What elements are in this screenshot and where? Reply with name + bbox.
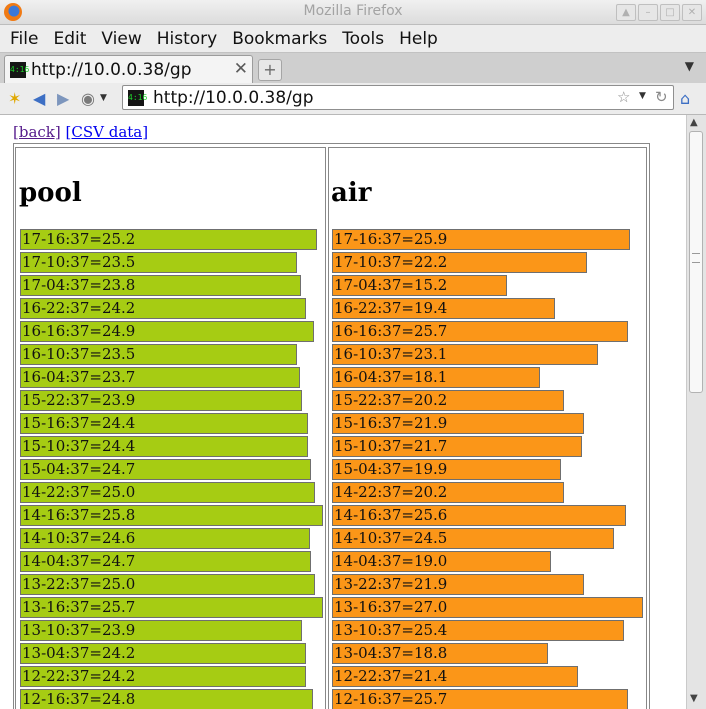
reading-bar: 14-04:37=19.0 bbox=[332, 551, 551, 572]
reading-bar: 12-16:37=25.7 bbox=[332, 689, 628, 709]
minimize-icon[interactable]: – bbox=[638, 4, 658, 21]
pool-heading: pool bbox=[19, 178, 82, 208]
new-tab-button[interactable]: + bbox=[258, 59, 282, 81]
window-titlebar: Mozilla Firefox ▲ – □ ✕ bbox=[0, 0, 706, 25]
reading-bar: 15-22:37=23.9 bbox=[20, 390, 302, 411]
reading-bar: 14-22:37=25.0 bbox=[20, 482, 315, 503]
reading-bar: 16-22:37=24.2 bbox=[20, 298, 306, 319]
reading-bar: 15-10:37=24.4 bbox=[20, 436, 308, 457]
reading-bar: 16-10:37=23.5 bbox=[20, 344, 297, 365]
reading-bar: 13-16:37=27.0 bbox=[332, 597, 643, 618]
bookmark-star-toolbar-icon[interactable]: ✶ bbox=[8, 89, 21, 108]
reading-bar: 13-10:37=25.4 bbox=[332, 620, 624, 641]
menu-bar: File Edit View History Bookmarks Tools H… bbox=[0, 25, 706, 52]
vertical-scrollbar[interactable]: ▲ ▼ bbox=[686, 115, 706, 709]
reading-bar: 17-04:37=23.8 bbox=[20, 275, 301, 296]
reading-bar: 15-04:37=19.9 bbox=[332, 459, 561, 480]
reading-bar: 14-04:37=24.7 bbox=[20, 551, 311, 572]
history-globe-icon[interactable]: ◉ bbox=[81, 89, 95, 108]
back-link[interactable]: [back] bbox=[13, 123, 61, 141]
home-icon[interactable]: ⌂ bbox=[680, 89, 690, 108]
tab-title: http://10.0.0.38/gp bbox=[31, 60, 192, 80]
menu-view[interactable]: View bbox=[101, 29, 141, 49]
reading-bar: 16-04:37=18.1 bbox=[332, 367, 540, 388]
reading-bar: 16-22:37=19.4 bbox=[332, 298, 555, 319]
page-links: [back] [CSV data] bbox=[13, 123, 148, 141]
reading-bar: 15-22:37=20.2 bbox=[332, 390, 564, 411]
menu-history[interactable]: History bbox=[157, 29, 217, 49]
terminal-favicon-icon: 4:16 bbox=[10, 62, 29, 78]
reading-bar: 13-22:37=21.9 bbox=[332, 574, 584, 595]
page-content: [back] [CSV data] pool 17-16:37=25.2 17-1… bbox=[0, 115, 686, 709]
tab-active[interactable]: 4:16 http://10.0.0.38/gp ✕ bbox=[4, 55, 253, 83]
air-column: air 17-16:37=25.9 17-10:37=22.2 17-04:37=1… bbox=[328, 147, 647, 709]
forward-arrow-icon[interactable]: ▶ bbox=[57, 89, 69, 108]
reading-bar: 13-04:37=18.8 bbox=[332, 643, 548, 664]
reading-bar: 14-16:37=25.6 bbox=[332, 505, 626, 526]
reading-bar: 12-22:37=24.2 bbox=[20, 666, 306, 687]
reading-bar: 13-04:37=24.2 bbox=[20, 643, 306, 664]
url-text[interactable]: http://10.0.0.38/gp bbox=[153, 88, 314, 108]
reading-bar: 14-10:37=24.5 bbox=[332, 528, 614, 549]
reading-bar: 13-10:37=23.9 bbox=[20, 620, 302, 641]
reading-bar: 13-16:37=25.7 bbox=[20, 597, 323, 618]
scrollbar-thumb[interactable] bbox=[689, 131, 703, 393]
reading-bar: 14-16:37=25.8 bbox=[20, 505, 323, 526]
site-favicon-icon: 4:16 bbox=[128, 90, 147, 106]
maximize-icon[interactable]: □ bbox=[660, 4, 680, 21]
menu-help[interactable]: Help bbox=[399, 29, 438, 49]
url-dropdown-icon[interactable]: ▼ bbox=[639, 91, 646, 101]
reading-bar: 17-04:37=15.2 bbox=[332, 275, 507, 296]
tab-list-chevron-icon[interactable]: ▼ bbox=[685, 59, 694, 73]
menu-tools[interactable]: Tools bbox=[342, 29, 384, 49]
reading-bar: 14-10:37=24.6 bbox=[20, 528, 310, 549]
csv-data-link[interactable]: [CSV data] bbox=[66, 123, 149, 141]
air-bar-list: 17-16:37=25.9 17-10:37=22.2 17-04:37=15.2 1… bbox=[332, 229, 643, 709]
reading-bar: 12-22:37=21.4 bbox=[332, 666, 578, 687]
reading-bar: 17-10:37=22.2 bbox=[332, 252, 587, 273]
pool-bar-list: 17-16:37=25.2 17-10:37=23.5 17-04:37=23.8 1… bbox=[20, 229, 323, 709]
reading-bar: 17-16:37=25.9 bbox=[332, 229, 630, 250]
restore-icon[interactable]: ▲ bbox=[616, 4, 636, 21]
reading-bar: 13-22:37=25.0 bbox=[20, 574, 315, 595]
reading-bar: 12-16:37=24.8 bbox=[20, 689, 313, 709]
reading-bar: 16-16:37=25.7 bbox=[332, 321, 628, 342]
reading-bar: 16-16:37=24.9 bbox=[20, 321, 314, 342]
scrollbar-grip-icon bbox=[692, 253, 700, 263]
reading-bar: 16-10:37=23.1 bbox=[332, 344, 598, 365]
menu-file[interactable]: File bbox=[10, 29, 38, 49]
navigation-bar: ✶ ◀ ▶ ◉ ▼ 4:16 http://10.0.0.38/gp ☆ ▼ ↻… bbox=[0, 83, 706, 115]
reading-bar: 16-04:37=23.7 bbox=[20, 367, 300, 388]
window-controls: ▲ – □ ✕ bbox=[616, 4, 702, 21]
back-arrow-icon[interactable]: ◀ bbox=[33, 89, 45, 108]
menu-edit[interactable]: Edit bbox=[53, 29, 86, 49]
reading-bar: 15-04:37=24.7 bbox=[20, 459, 311, 480]
close-window-icon[interactable]: ✕ bbox=[682, 4, 702, 21]
reading-bar: 17-10:37=23.5 bbox=[20, 252, 297, 273]
air-heading: air bbox=[331, 178, 372, 208]
reading-bar: 15-16:37=24.4 bbox=[20, 413, 308, 434]
history-dropdown-icon[interactable]: ▼ bbox=[100, 93, 107, 103]
url-bar[interactable]: 4:16 http://10.0.0.38/gp ☆ ▼ ↻ bbox=[122, 85, 674, 110]
menu-bookmarks[interactable]: Bookmarks bbox=[232, 29, 327, 49]
tab-bar: 4:16 http://10.0.0.38/gp ✕ + ▼ bbox=[0, 52, 706, 84]
scroll-up-icon[interactable]: ▲ bbox=[690, 117, 698, 128]
reading-bar: 14-22:37=20.2 bbox=[332, 482, 564, 503]
reading-bar: 15-10:37=21.7 bbox=[332, 436, 582, 457]
reload-icon[interactable]: ↻ bbox=[655, 88, 668, 106]
scroll-down-icon[interactable]: ▼ bbox=[690, 693, 698, 704]
pool-column: pool 17-16:37=25.2 17-10:37=23.5 17-04:37=… bbox=[15, 147, 326, 709]
reading-bar: 15-16:37=21.9 bbox=[332, 413, 584, 434]
window-title: Mozilla Firefox bbox=[303, 3, 403, 19]
tab-close-icon[interactable]: ✕ bbox=[234, 59, 248, 79]
reading-bar: 17-16:37=25.2 bbox=[20, 229, 317, 250]
bookmark-star-icon[interactable]: ☆ bbox=[617, 88, 630, 106]
